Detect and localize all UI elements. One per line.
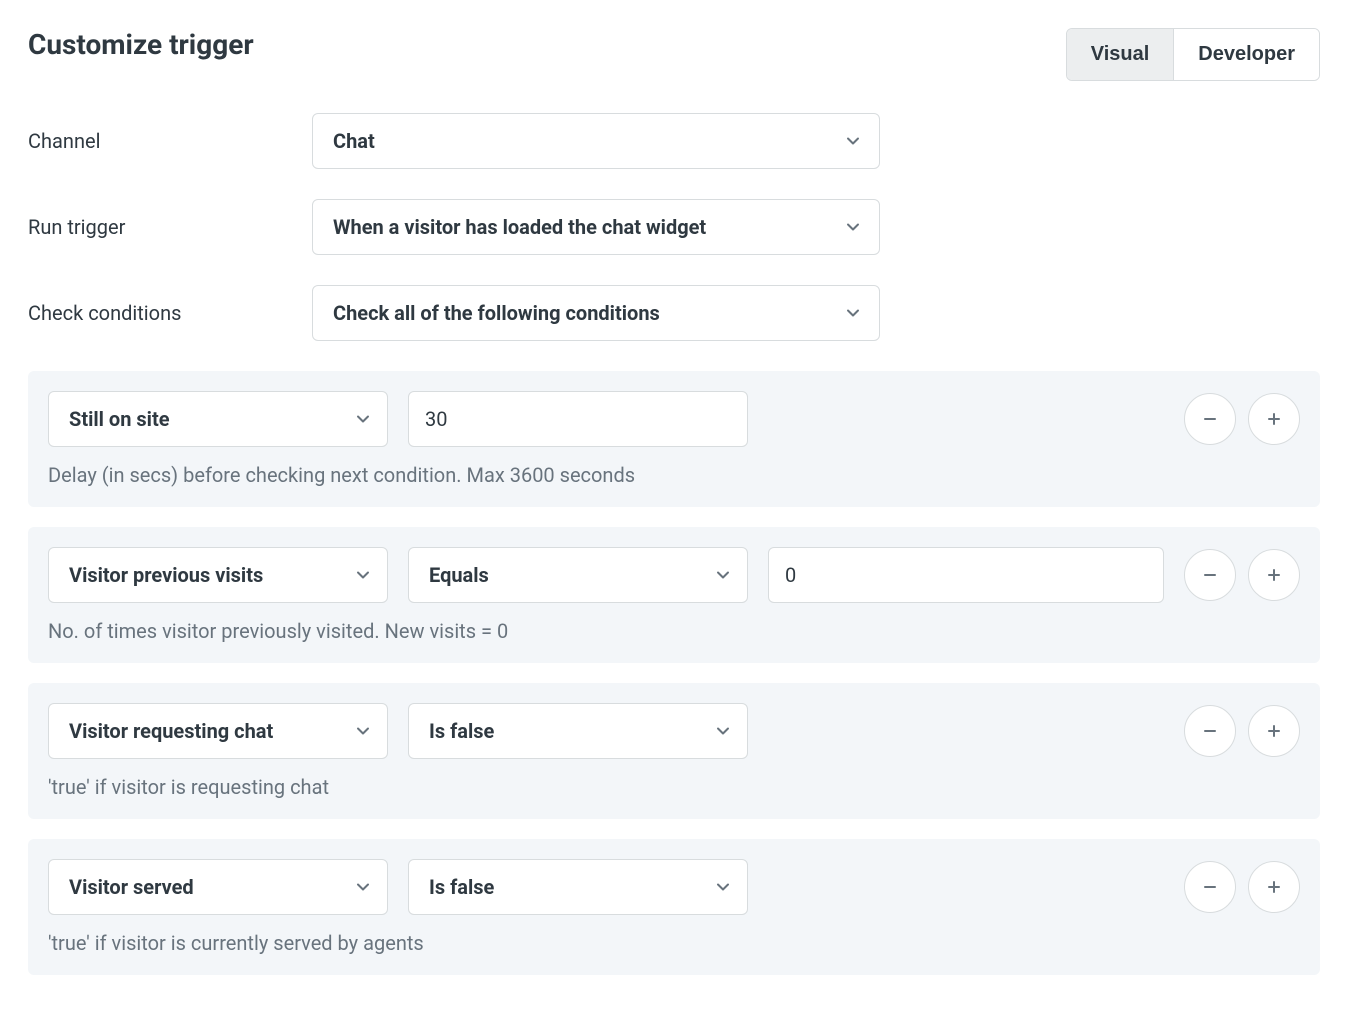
chevron-down-icon: [715, 567, 731, 583]
channel-select[interactable]: Chat: [312, 113, 880, 169]
run-trigger-select[interactable]: When a visitor has loaded the chat widge…: [312, 199, 880, 255]
add-condition-button[interactable]: [1248, 705, 1300, 757]
tab-developer[interactable]: Developer: [1173, 29, 1319, 80]
chevron-down-icon: [845, 219, 861, 235]
check-conditions-label: Check conditions: [28, 301, 312, 325]
condition-field-select[interactable]: Still on site: [48, 391, 388, 447]
condition-row: Still on site Delay (in secs) before che…: [28, 371, 1320, 507]
condition-operator-value: Is false: [429, 719, 494, 743]
remove-condition-button[interactable]: [1184, 861, 1236, 913]
plus-icon: [1265, 722, 1283, 740]
condition-operator-select[interactable]: Equals: [408, 547, 748, 603]
tab-visual[interactable]: Visual: [1067, 29, 1174, 80]
run-trigger-select-value: When a visitor has loaded the chat widge…: [333, 215, 706, 239]
chevron-down-icon: [355, 567, 371, 583]
condition-field-select[interactable]: Visitor requesting chat: [48, 703, 388, 759]
condition-operator-select[interactable]: Is false: [408, 703, 748, 759]
remove-condition-button[interactable]: [1184, 549, 1236, 601]
condition-field-select[interactable]: Visitor previous visits: [48, 547, 388, 603]
chevron-down-icon: [355, 723, 371, 739]
condition-row: Visitor served Is false 'true' if visito…: [28, 839, 1320, 975]
condition-field-value: Visitor previous visits: [69, 563, 263, 587]
plus-icon: [1265, 410, 1283, 428]
chevron-down-icon: [355, 879, 371, 895]
remove-condition-button[interactable]: [1184, 393, 1236, 445]
check-conditions-select-value: Check all of the following conditions: [333, 301, 660, 325]
condition-row: Visitor requesting chat Is false 'true' …: [28, 683, 1320, 819]
condition-hint: 'true' if visitor is requesting chat: [48, 775, 1300, 799]
minus-icon: [1201, 566, 1219, 584]
run-trigger-label: Run trigger: [28, 215, 312, 239]
condition-operator-select[interactable]: Is false: [408, 859, 748, 915]
condition-field-value: Visitor requesting chat: [69, 719, 273, 743]
channel-label: Channel: [28, 129, 312, 153]
chevron-down-icon: [715, 879, 731, 895]
chevron-down-icon: [355, 411, 371, 427]
channel-select-value: Chat: [333, 129, 375, 153]
add-condition-button[interactable]: [1248, 549, 1300, 601]
condition-field-value: Still on site: [69, 407, 170, 431]
page-title: Customize trigger: [28, 28, 254, 61]
plus-icon: [1265, 878, 1283, 896]
condition-field-select[interactable]: Visitor served: [48, 859, 388, 915]
check-conditions-select[interactable]: Check all of the following conditions: [312, 285, 880, 341]
condition-operator-value: Is false: [429, 875, 494, 899]
minus-icon: [1201, 722, 1219, 740]
view-mode-toggle: Visual Developer: [1066, 28, 1320, 81]
condition-row: Visitor previous visits Equals No. of ti…: [28, 527, 1320, 663]
add-condition-button[interactable]: [1248, 861, 1300, 913]
condition-value-input[interactable]: [408, 391, 748, 447]
add-condition-button[interactable]: [1248, 393, 1300, 445]
condition-hint: No. of times visitor previously visited.…: [48, 619, 1300, 643]
condition-hint: Delay (in secs) before checking next con…: [48, 463, 1300, 487]
condition-operator-value: Equals: [429, 563, 489, 587]
chevron-down-icon: [845, 305, 861, 321]
condition-field-value: Visitor served: [69, 875, 194, 899]
minus-icon: [1201, 410, 1219, 428]
chevron-down-icon: [715, 723, 731, 739]
minus-icon: [1201, 878, 1219, 896]
remove-condition-button[interactable]: [1184, 705, 1236, 757]
condition-value-input[interactable]: [768, 547, 1164, 603]
chevron-down-icon: [845, 133, 861, 149]
condition-hint: 'true' if visitor is currently served by…: [48, 931, 1300, 955]
plus-icon: [1265, 566, 1283, 584]
